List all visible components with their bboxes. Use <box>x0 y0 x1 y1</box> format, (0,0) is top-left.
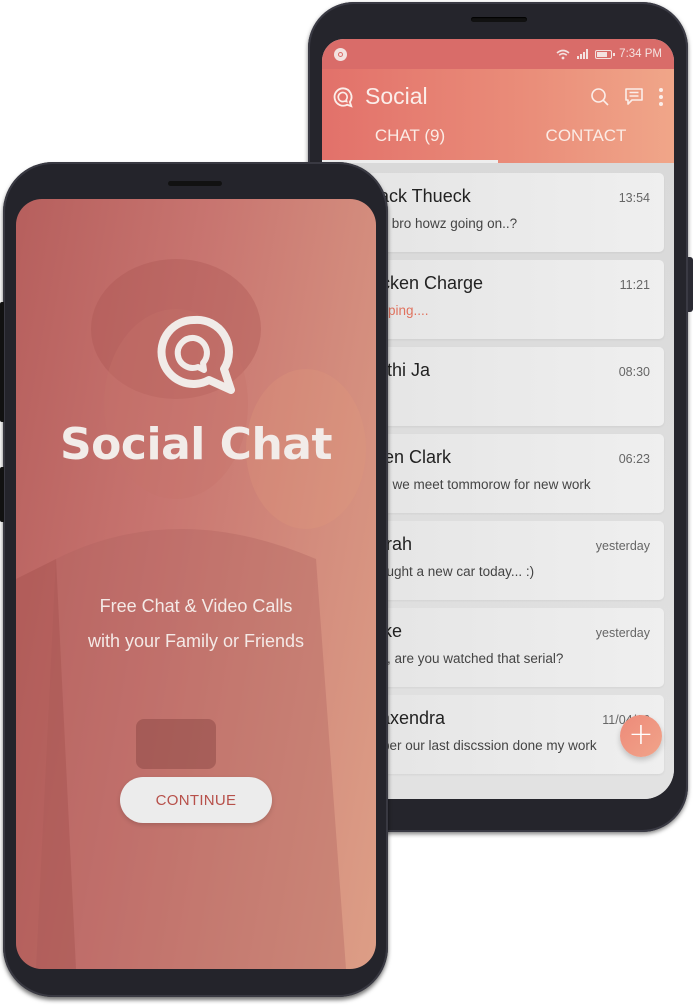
message-time: 11:21 <box>619 278 650 292</box>
new-chat-fab[interactable]: + <box>620 715 662 757</box>
typing-status: is typing.... <box>364 303 429 318</box>
message-icon[interactable] <box>624 87 644 106</box>
tab-bar: CHAT (9) CONTACT <box>322 124 674 163</box>
phone-power-button <box>0 467 4 522</box>
message-time: 13:54 <box>618 191 650 205</box>
search-icon[interactable] <box>590 87 610 107</box>
message-preview: Hey bro howz going on..? <box>364 216 518 231</box>
splash-title: Social Chat <box>59 419 333 470</box>
app-logo-icon <box>333 86 353 108</box>
status-bar: 7:34 PM <box>322 39 674 69</box>
message-time: 08:30 <box>618 365 650 379</box>
message-preview: Can we meet tommorow for new work <box>364 477 591 492</box>
message-time: yesterday <box>595 539 650 553</box>
battery-icon <box>595 49 616 59</box>
message-preview: as per our last discssion done my work <box>364 738 597 753</box>
signal-icon <box>577 49 589 59</box>
message-preview: :-) <box>364 390 650 405</box>
message-time: yesterday <box>595 626 650 640</box>
message-preview: I bought a new car today... :) <box>364 564 535 579</box>
social-chat-logo-icon <box>157 315 235 394</box>
more-vert-icon[interactable] <box>658 87 664 107</box>
app-title: Social <box>365 83 428 109</box>
status-time: 7:34 PM <box>619 48 662 60</box>
beats-icon <box>334 47 347 61</box>
wifi-icon <box>556 49 570 59</box>
continue-button[interactable]: CONTINUE <box>120 777 272 823</box>
splash-screen: Social Chat Free Chat & Video Calls with… <box>16 199 376 969</box>
app-bar: Social CHAT (9) CONTACT <box>322 69 674 163</box>
subtitle-line-2: with your Family or Friends <box>87 631 305 651</box>
phone-side-button <box>688 257 693 312</box>
phone-splash: Social Chat Free Chat & Video Calls with… <box>0 162 388 997</box>
subtitle-line-1: Free Chat & Video Calls <box>99 596 293 616</box>
phone-volume-button <box>0 302 4 422</box>
tab-chat[interactable]: CHAT (9) <box>322 124 498 163</box>
tab-contact[interactable]: CONTACT <box>498 124 674 163</box>
message-time: 06:23 <box>618 452 650 466</box>
splash-subtitle: Free Chat & Video Calls with your Family… <box>16 589 376 659</box>
message-preview: Hey, are you watched that serial? <box>364 651 564 666</box>
phone-speaker <box>471 17 527 22</box>
phone-speaker <box>168 181 222 186</box>
